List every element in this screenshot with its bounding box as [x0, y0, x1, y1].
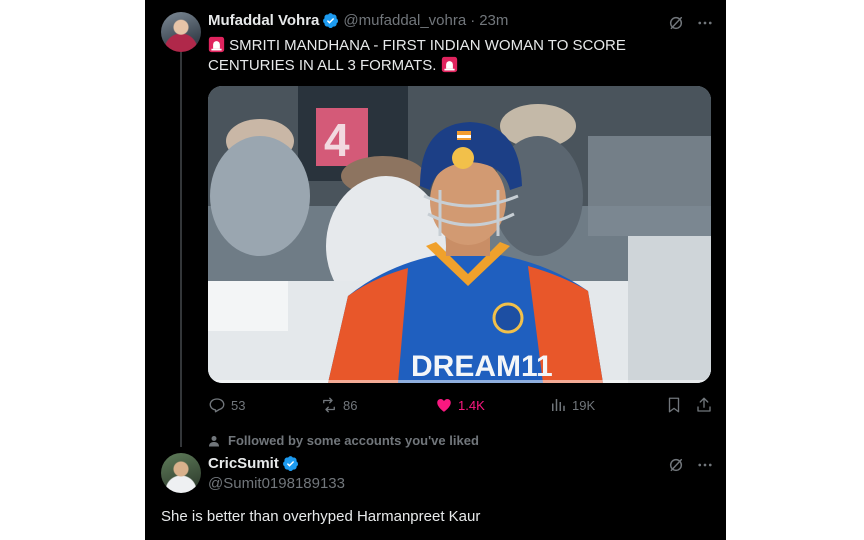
- reply-header: CricSumit: [208, 455, 303, 472]
- grok-icon[interactable]: [668, 15, 684, 31]
- reply-author-avatar[interactable]: [161, 453, 201, 493]
- tweet-text: SMRITI MANDHANA - FIRST INDIAN WOMAN TO …: [208, 37, 626, 74]
- views-icon: [552, 399, 565, 411]
- like-button[interactable]: 1.4K: [435, 396, 485, 414]
- share-button[interactable]: [695, 396, 713, 414]
- timeline-panel: Mufaddal Vohra @mufaddal_vohra · 23m SMR…: [145, 0, 726, 540]
- tweet-time[interactable]: 23m: [479, 12, 508, 29]
- reply-top-actions: [668, 456, 714, 474]
- photo-cricketer: 4 DREAM11: [208, 86, 711, 383]
- siren-icon: [208, 36, 225, 53]
- reply-count: 53: [231, 397, 246, 413]
- verified-badge-icon: [323, 13, 339, 29]
- crowd-shirt-number: 4: [324, 114, 350, 166]
- repost-icon: [323, 397, 335, 413]
- like-count: 1.4K: [458, 397, 485, 413]
- tweet-header: Mufaddal Vohra @mufaddal_vohra · 23m: [208, 12, 508, 29]
- tweet-media-image[interactable]: 4 DREAM11: [208, 86, 711, 383]
- followed-note-text: Followed by some accounts you've liked: [228, 433, 479, 448]
- share-icon: [697, 397, 711, 412]
- bookmark-icon: [668, 397, 680, 413]
- reply-handle-row: @Sumit0198189133: [208, 475, 345, 492]
- author-name[interactable]: Mufaddal Vohra: [208, 12, 319, 29]
- reply-text: She is better than overhyped Harmanpreet…: [161, 508, 481, 525]
- more-icon[interactable]: [696, 456, 714, 474]
- more-icon[interactable]: [696, 14, 714, 32]
- person-icon: [209, 435, 219, 446]
- repost-count: 86: [343, 397, 358, 413]
- verified-badge-icon: [282, 456, 298, 472]
- author-handle[interactable]: @mufaddal_vohra: [343, 12, 466, 29]
- views-count: 19K: [572, 397, 596, 413]
- reply-icon: [209, 398, 225, 413]
- siren-icon: [441, 56, 457, 73]
- grok-icon[interactable]: [668, 457, 684, 473]
- tweet-text-block: SMRITI MANDHANA - FIRST INDIAN WOMAN TO …: [208, 36, 713, 76]
- separator-dot: ·: [470, 12, 476, 29]
- followed-by-note: Followed by some accounts you've liked: [208, 433, 479, 448]
- tweet-action-bar: 53 86 1.4K 19K: [208, 396, 713, 416]
- bookmark-button[interactable]: [665, 396, 683, 414]
- views-button[interactable]: 19K: [549, 396, 595, 414]
- reply-author-name[interactable]: CricSumit: [208, 455, 279, 472]
- tweet-top-actions: [668, 14, 714, 32]
- reply-button[interactable]: 53: [208, 396, 245, 414]
- like-icon: [437, 399, 451, 412]
- thread-connector-line: [180, 52, 182, 447]
- jersey-sponsor-text: DREAM11: [411, 350, 553, 383]
- reply-author-handle[interactable]: @Sumit0198189133: [208, 475, 345, 492]
- author-avatar[interactable]: [161, 12, 201, 52]
- repost-button[interactable]: 86: [320, 396, 357, 414]
